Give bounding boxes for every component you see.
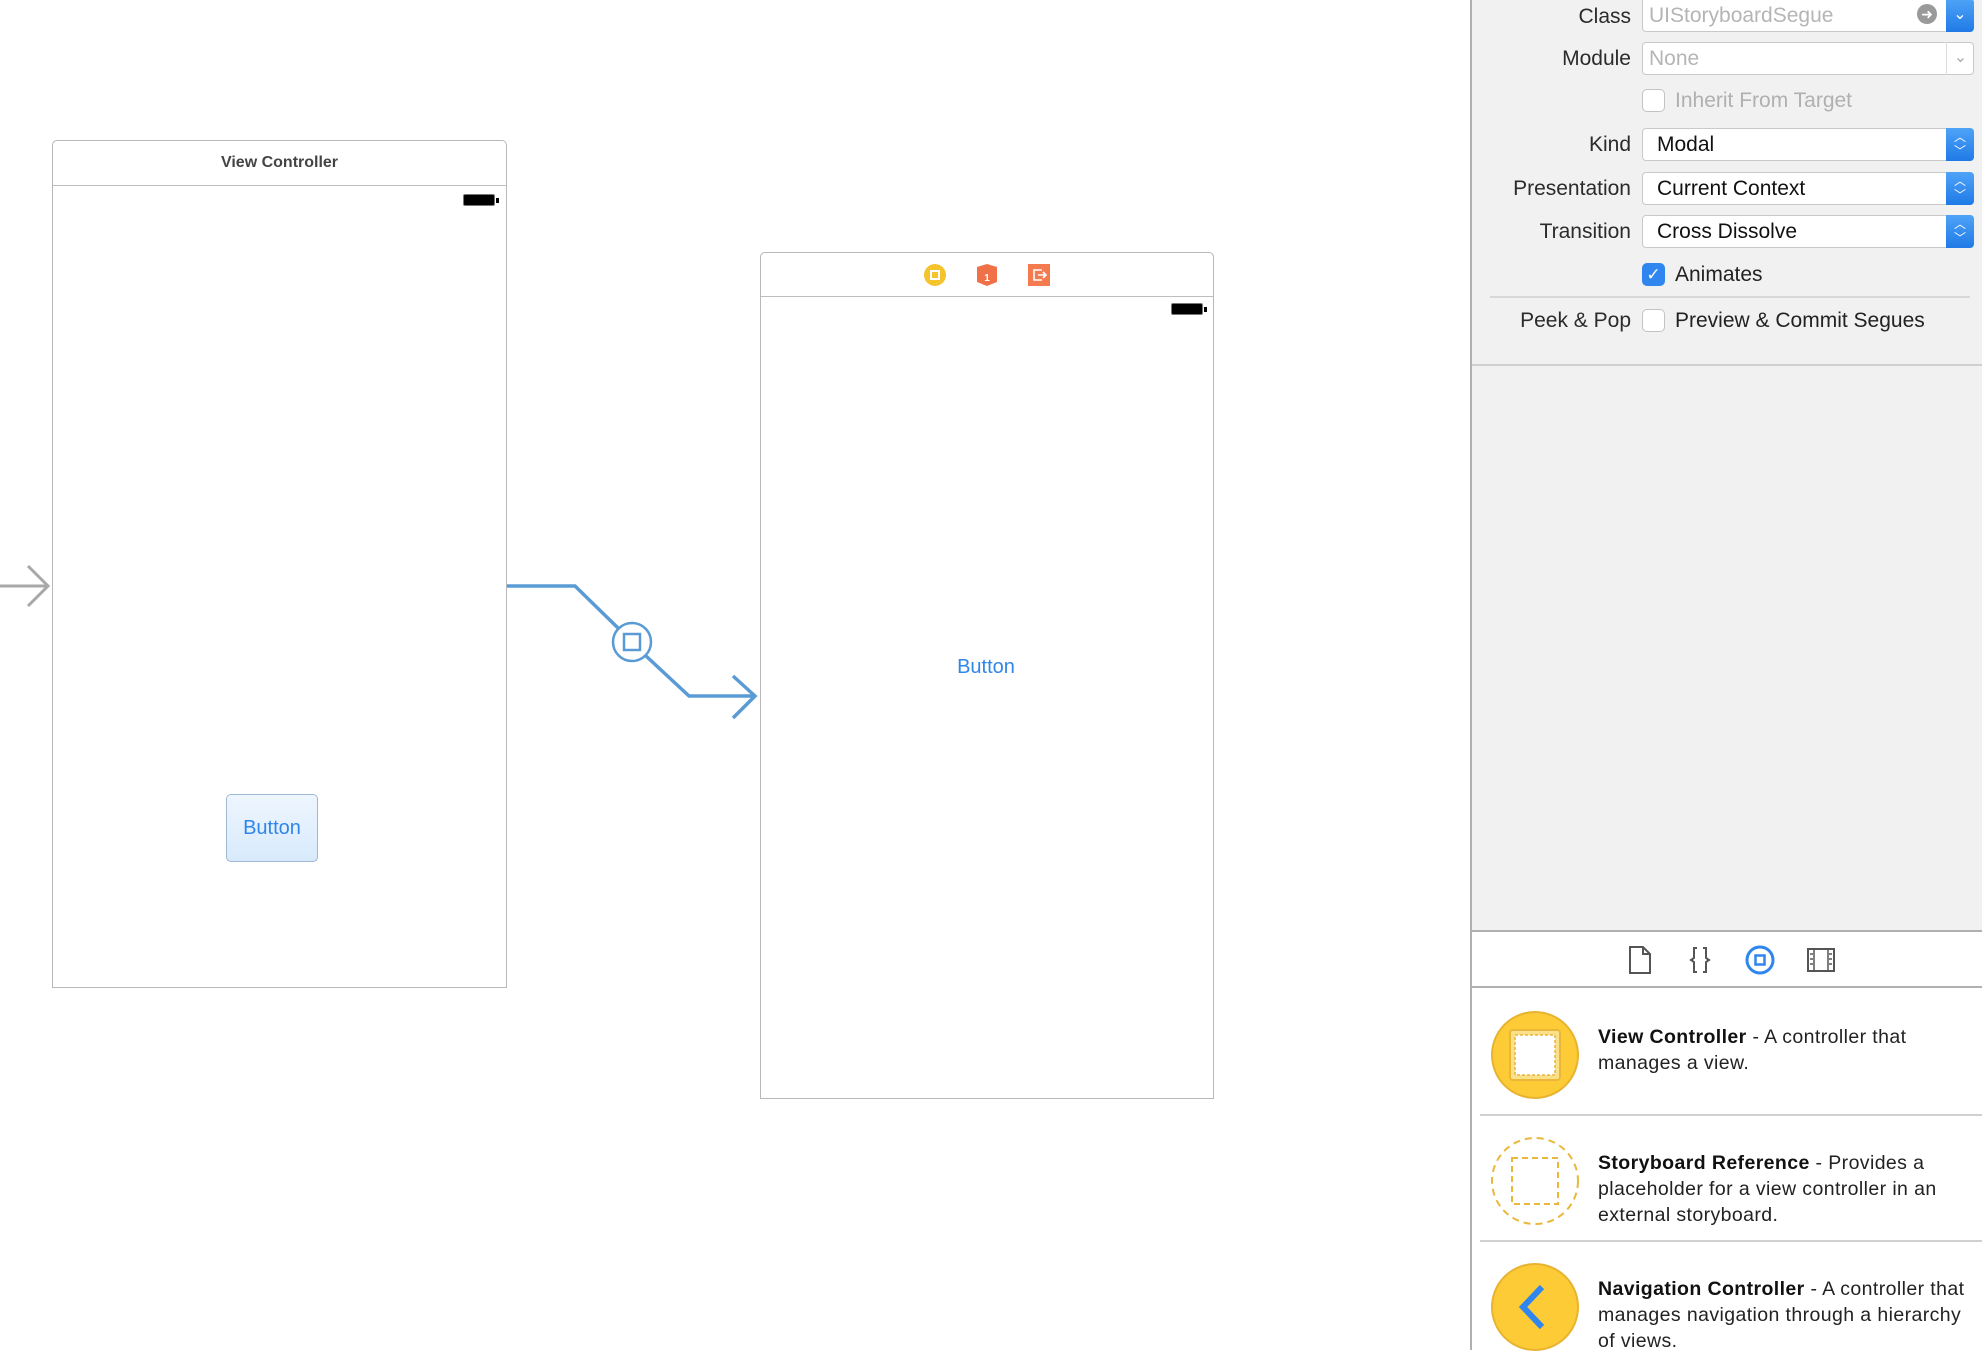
divider: [1480, 1240, 1982, 1242]
inherit-label: Inherit From Target: [1675, 89, 1853, 112]
storyboard-reference-icon: [1491, 1137, 1579, 1225]
view-controller-icon: [1491, 1011, 1579, 1099]
kind-value: Modal: [1657, 133, 1715, 156]
kind-popup[interactable]: Modal ︿ ﹀: [1642, 128, 1974, 161]
entry-point-arrow[interactable]: [0, 564, 51, 608]
kind-label: Kind: [1588, 133, 1631, 156]
object-library-icon[interactable]: [1744, 944, 1776, 976]
item-title: Navigation Controller: [1598, 1278, 1805, 1300]
chevron-updown-icon: ︿ ﹀: [1946, 128, 1974, 161]
divider: [1490, 296, 1970, 298]
library-item-navigation-controller[interactable]: Navigation Controller - A controller tha…: [1480, 1244, 1982, 1370]
item-title: Storyboard Reference: [1598, 1152, 1810, 1174]
module-dropdown-button[interactable]: ⌄: [1946, 42, 1974, 75]
chevron-updown-icon: ︿ ﹀: [1946, 215, 1974, 248]
segue-overlay: [0, 564, 758, 720]
class-label: Class: [1578, 5, 1631, 28]
peek-pop-checkbox[interactable]: [1642, 309, 1665, 332]
divider: [1472, 364, 1982, 366]
media-library-icon[interactable]: [1805, 944, 1837, 976]
transition-popup[interactable]: Cross Dissolve ︿ ﹀: [1642, 215, 1974, 248]
file-template-icon[interactable]: [1624, 944, 1656, 976]
library-tab-bar: [1472, 930, 1982, 988]
code-snippet-icon[interactable]: [1684, 944, 1716, 976]
go-to-class-icon[interactable]: ➜: [1917, 4, 1937, 24]
class-field[interactable]: UIStoryboardSegue ➜ ⌄: [1642, 0, 1974, 32]
peek-pop-label: Peek & Pop: [1520, 309, 1631, 332]
navigation-controller-icon: [1491, 1263, 1579, 1351]
item-title: View Controller: [1598, 1026, 1747, 1048]
library-item-view-controller[interactable]: View Controller - A controller that mana…: [1480, 992, 1982, 1118]
module-field[interactable]: None ⌄: [1642, 42, 1974, 75]
library-item-storyboard-reference[interactable]: Storyboard Reference - Provides a placeh…: [1480, 1118, 1982, 1244]
chevron-updown-icon: ︿ ﹀: [1946, 172, 1974, 205]
module-label: Module: [1562, 47, 1631, 70]
presentation-popup[interactable]: Current Context ︿ ﹀: [1642, 172, 1974, 205]
presentation-value: Current Context: [1657, 177, 1806, 200]
transition-label: Transition: [1539, 220, 1631, 243]
inherit-checkbox[interactable]: [1642, 89, 1665, 112]
animates-checkbox[interactable]: ✓: [1642, 263, 1665, 286]
animates-label: Animates: [1675, 263, 1763, 286]
segue-arrow[interactable]: [507, 584, 758, 720]
presentation-label: Presentation: [1513, 177, 1631, 200]
storyboard-canvas[interactable]: View Controller Button 1 Button: [0, 0, 1470, 1350]
class-value: UIStoryboardSegue: [1649, 4, 1834, 27]
module-value: None: [1649, 47, 1700, 70]
class-dropdown-button[interactable]: ⌄: [1946, 0, 1974, 32]
library-pane: View Controller - A controller that mana…: [1470, 930, 1982, 1352]
peek-pop-option: Preview & Commit Segues: [1675, 309, 1925, 332]
transition-value: Cross Dissolve: [1657, 220, 1798, 243]
divider: [1480, 1114, 1982, 1116]
